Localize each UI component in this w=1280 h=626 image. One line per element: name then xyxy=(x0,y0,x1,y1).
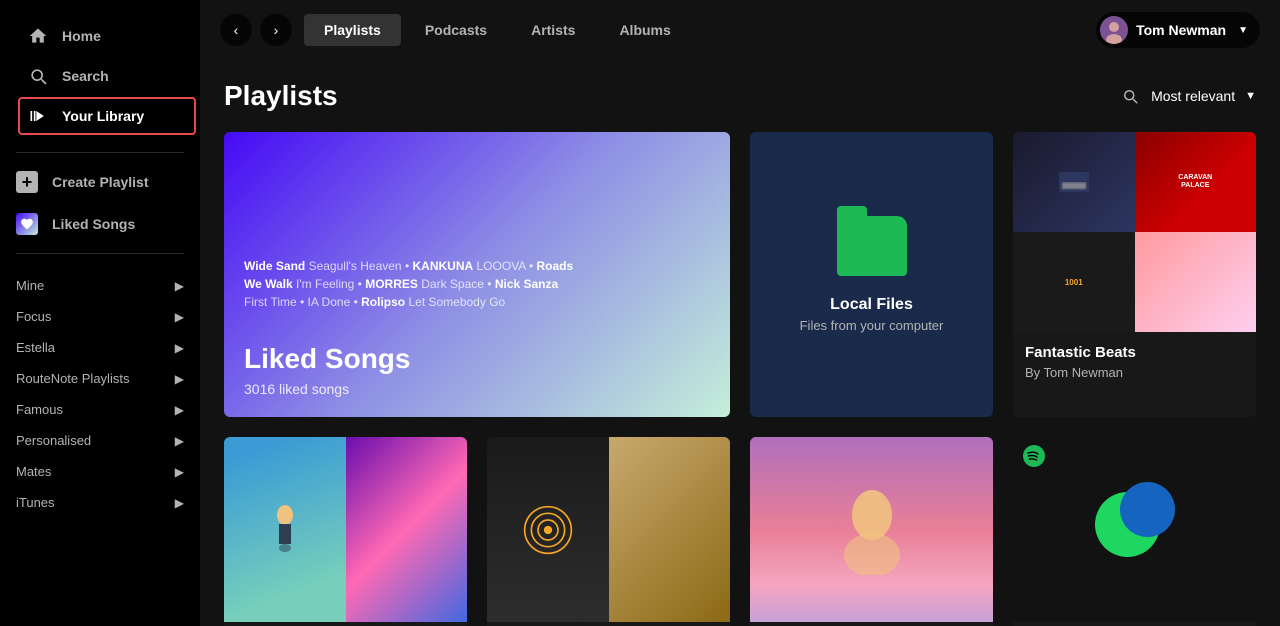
sidebar-library-list: Mine ▶ Focus ▶ Estella ▶ RouteNote Playl… xyxy=(0,270,200,618)
fantastic-beats-info: Fantastic Beats By Tom Newman xyxy=(1013,332,1256,392)
sidebar-nav: Home Search Your Library xyxy=(0,8,200,144)
search-icon xyxy=(28,66,48,86)
tab-albums[interactable]: Albums xyxy=(599,14,690,46)
local-files-desc: Files from your computer xyxy=(800,318,944,333)
avatar xyxy=(1100,16,1128,44)
home-icon xyxy=(28,26,48,46)
user-name: Tom Newman xyxy=(1136,22,1226,38)
library-icon xyxy=(28,106,48,126)
page-title: Playlists xyxy=(224,80,338,112)
main-area: ‹ › Playlists Podcasts Artists Albums To… xyxy=(200,0,1280,626)
chevron-right-estella: ▶ xyxy=(175,341,184,355)
album-mini-3: 1001 xyxy=(1013,232,1135,332)
sidebar-item-search[interactable]: Search xyxy=(12,56,188,96)
create-playlist-icon: + xyxy=(16,171,38,193)
sidebar-divider-2 xyxy=(16,253,184,254)
topbar: ‹ › Playlists Podcasts Artists Albums To… xyxy=(200,0,1280,60)
sidebar-library-mates[interactable]: Mates ▶ xyxy=(0,456,200,487)
chevron-right-routenote: ▶ xyxy=(175,372,184,386)
liked-songs-tracks: Wide Sand Seagull's Heaven • KANKUNA LOO… xyxy=(244,257,710,311)
sidebar-item-your-library[interactable]: Your Library xyxy=(12,96,188,136)
liked-songs-title: Liked Songs xyxy=(244,343,710,375)
chevron-right-personalised: ▶ xyxy=(175,434,184,448)
sidebar-library-mine[interactable]: Mine ▶ xyxy=(0,270,200,301)
bottom-card-3-image xyxy=(750,437,993,622)
chevron-right-mine: ▶ xyxy=(175,279,184,293)
fantastic-beats-title: Fantastic Beats xyxy=(1025,344,1244,361)
bottom-card-3[interactable] xyxy=(750,437,993,626)
nav-arrows: ‹ › xyxy=(220,14,292,46)
nav-back-button[interactable]: ‹ xyxy=(220,14,252,46)
sidebar-library-personalised[interactable]: Personalised ▶ xyxy=(0,425,200,456)
chevron-right-itunes: ▶ xyxy=(175,496,184,510)
tab-navigation: Playlists Podcasts Artists Albums xyxy=(304,14,691,46)
content-area[interactable]: Playlists Most relevant ▼ Wide Sand Seag… xyxy=(200,60,1280,626)
sidebar-library-estella[interactable]: Estella ▶ xyxy=(0,332,200,363)
chevron-right-mates: ▶ xyxy=(175,465,184,479)
sort-chevron-icon: ▼ xyxy=(1245,90,1256,102)
nav-forward-button[interactable]: › xyxy=(260,14,292,46)
bottom-card-1-image xyxy=(224,437,467,622)
bottom-card-4[interactable] xyxy=(1013,437,1256,626)
content-header: Playlists Most relevant ▼ xyxy=(224,80,1256,112)
filter-search-button[interactable] xyxy=(1121,87,1139,105)
fantastic-beats-grid: CARAVANPALACE 1001 xyxy=(1013,132,1256,332)
local-files-title: Local Files xyxy=(800,296,944,314)
tab-artists[interactable]: Artists xyxy=(511,14,595,46)
liked-songs-count: 3016 liked songs xyxy=(244,381,710,397)
chevron-right-famous: ▶ xyxy=(175,403,184,417)
liked-songs-card[interactable]: Wide Sand Seagull's Heaven • KANKUNA LOO… xyxy=(224,132,730,417)
bottom-card-1[interactable] xyxy=(224,437,467,626)
create-playlist-item[interactable]: + Create Playlist xyxy=(0,161,200,203)
sort-label: Most relevant xyxy=(1151,88,1235,104)
sidebar-library-focus[interactable]: Focus ▶ xyxy=(0,301,200,332)
sort-dropdown[interactable]: Most relevant ▼ xyxy=(1151,88,1256,104)
bottom-card-2-image xyxy=(487,437,730,622)
local-files-info: Local Files Files from your computer xyxy=(800,296,944,333)
user-dropdown-arrow: ▼ xyxy=(1238,25,1248,36)
sidebar-divider-1 xyxy=(16,152,184,153)
sidebar-library-routenote[interactable]: RouteNote Playlists ▶ xyxy=(0,363,200,394)
album-mini-4 xyxy=(1135,232,1257,332)
sidebar-library-famous[interactable]: Famous ▶ xyxy=(0,394,200,425)
tab-podcasts[interactable]: Podcasts xyxy=(405,14,507,46)
content-filters: Most relevant ▼ xyxy=(1121,87,1256,105)
fantastic-beats-meta: By Tom Newman xyxy=(1025,365,1244,380)
tab-playlists[interactable]: Playlists xyxy=(304,14,401,46)
folder-icon xyxy=(837,216,907,276)
bottom-card-4-image xyxy=(1013,437,1256,622)
sidebar: Home Search Your Library + Create Pla xyxy=(0,0,200,626)
user-profile[interactable]: Tom Newman ▼ xyxy=(1096,12,1260,48)
chevron-right-focus: ▶ xyxy=(175,310,184,324)
sidebar-item-home[interactable]: Home xyxy=(12,16,188,56)
spotify-circles xyxy=(1095,477,1175,557)
album-mini-2: CARAVANPALACE xyxy=(1135,132,1257,232)
liked-songs-icon xyxy=(16,213,38,235)
liked-songs-item[interactable]: Liked Songs xyxy=(0,203,200,245)
playlists-grid: Wide Sand Seagull's Heaven • KANKUNA LOO… xyxy=(224,132,1256,626)
sidebar-library-itunes[interactable]: iTunes ▶ xyxy=(0,487,200,518)
local-files-card[interactable]: Local Files Files from your computer xyxy=(750,132,993,417)
bottom-card-2[interactable] xyxy=(487,437,730,626)
album-mini-1 xyxy=(1013,132,1135,232)
fantastic-beats-card[interactable]: CARAVANPALACE 1001 Fantastic Beats By To… xyxy=(1013,132,1256,417)
